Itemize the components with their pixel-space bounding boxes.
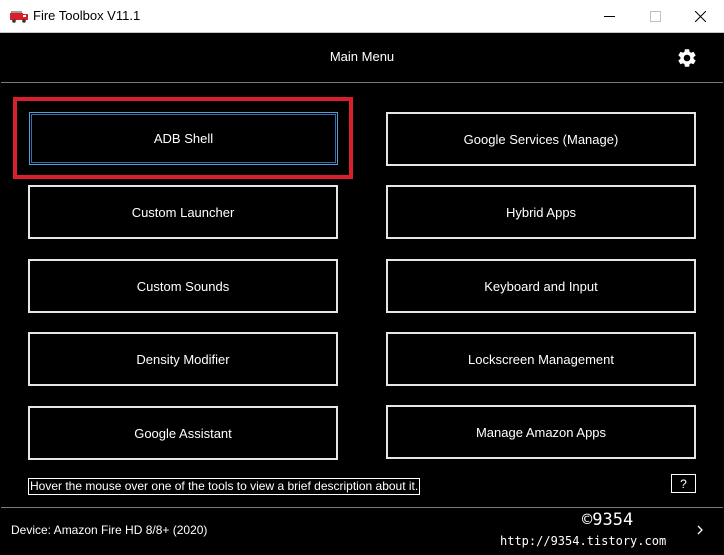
watermark-url: http://9354.tistory.com [500,534,667,548]
google-assistant-button[interactable]: Google Assistant [28,406,338,460]
minimize-button[interactable] [586,0,632,32]
hint-text: Hover the mouse over one of the tools to… [28,478,421,495]
window-title: Fire Toolbox V11.1 [33,8,141,23]
maximize-icon [649,10,661,22]
custom-sounds-button[interactable]: Custom Sounds [28,259,338,313]
help-button[interactable]: ? [671,474,696,493]
minimize-icon [603,15,615,17]
chevron-right-icon[interactable] [695,523,705,537]
gear-icon[interactable] [676,47,698,69]
maximize-button[interactable] [632,0,678,32]
menu-header: Main Menu [1,33,723,83]
manage-amazon-apps-button[interactable]: Manage Amazon Apps [386,405,696,459]
page-title: Main Menu [329,49,395,64]
custom-launcher-button[interactable]: Custom Launcher [28,185,338,239]
close-button[interactable] [677,0,723,32]
lockscreen-management-button[interactable]: Lockscreen Management [386,332,696,386]
divider [1,507,723,508]
close-icon [694,10,706,22]
app-window: Fire Toolbox V11.1 Main Menu ADB Shell C… [0,0,724,555]
google-services-button[interactable]: Google Services (Manage) [386,112,696,166]
title-bar[interactable]: Fire Toolbox V11.1 [0,0,724,33]
keyboard-and-input-button[interactable]: Keyboard and Input [386,259,696,313]
highlight-annotation [13,97,353,179]
fire-truck-icon [10,11,28,23]
device-status: Device: Amazon Fire HD 8/8+ (2020) [11,523,208,537]
density-modifier-button[interactable]: Density Modifier [28,332,338,386]
hybrid-apps-button[interactable]: Hybrid Apps [386,185,696,239]
watermark-mark: ©9354 [582,510,634,530]
